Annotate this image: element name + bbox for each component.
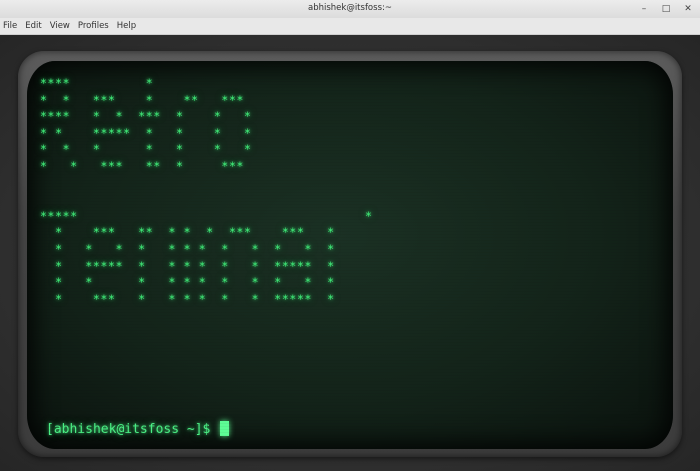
- text-cursor: [220, 421, 230, 436]
- shell-prompt: [abhishek@itsfoss ~]$: [46, 422, 219, 437]
- terminal-window: abhishek@itsfoss:~ – □ ✕ File Edit View …: [0, 0, 700, 471]
- menu-view[interactable]: View: [47, 18, 73, 34]
- maximize-button[interactable]: □: [660, 3, 672, 15]
- terminal-area[interactable]: **** * * * *** * ** *** **** * * *** * *…: [0, 35, 700, 471]
- window-title: abhishek@itsfoss:~: [308, 3, 392, 13]
- menu-file[interactable]: File: [0, 18, 20, 34]
- ascii-art-banner: **** * * * *** * ** *** **** * * *** * *…: [40, 76, 373, 306]
- menu-bar: File Edit View Profiles Help: [0, 18, 700, 35]
- menu-help[interactable]: Help: [114, 18, 139, 34]
- minimize-button[interactable]: –: [638, 3, 650, 15]
- shell-prompt-line[interactable]: [abhishek@itsfoss ~]$: [46, 421, 230, 438]
- menu-edit[interactable]: Edit: [22, 18, 44, 34]
- window-controls: – □ ✕: [638, 3, 694, 15]
- crt-screen[interactable]: **** * * * *** * ** *** **** * * *** * *…: [27, 61, 673, 449]
- close-button[interactable]: ✕: [682, 3, 694, 15]
- title-bar[interactable]: abhishek@itsfoss:~ – □ ✕: [0, 0, 700, 19]
- menu-profiles[interactable]: Profiles: [75, 18, 112, 34]
